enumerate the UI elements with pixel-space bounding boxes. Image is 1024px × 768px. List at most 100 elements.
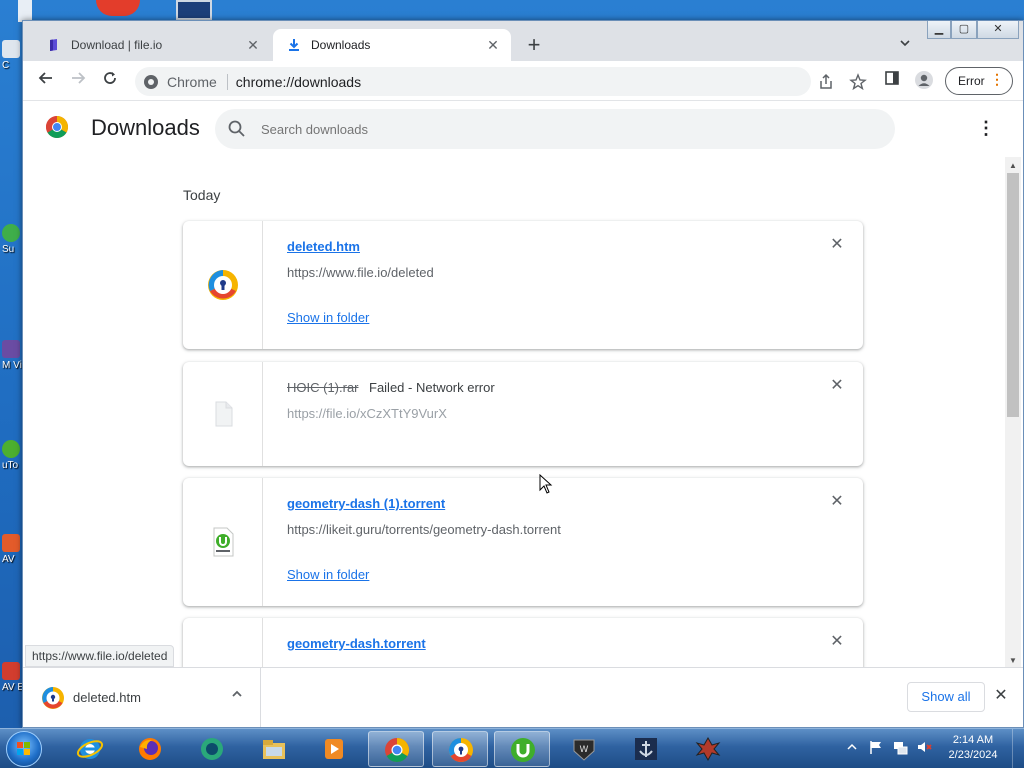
network-icon[interactable]: [892, 739, 908, 755]
taskbar-media-app[interactable]: [184, 731, 240, 767]
desktop-icon-label: AV E: [2, 682, 24, 693]
download-filename-link[interactable]: deleted.htm: [287, 239, 360, 254]
system-clock[interactable]: 2:14 AM 2/23/2024: [940, 733, 1006, 763]
firefox-icon: [139, 738, 161, 760]
taskbar-firefox[interactable]: [122, 731, 178, 767]
shelf-file-name: deleted.htm: [73, 690, 141, 705]
desktop-icon-top-3[interactable]: [176, 0, 212, 20]
forward-button[interactable]: [67, 70, 89, 92]
app-icon: [2, 224, 20, 242]
page-scrollbar[interactable]: ▲ ▼: [1005, 157, 1021, 667]
remove-item-icon[interactable]: ✕: [829, 634, 845, 650]
share-icon[interactable]: [817, 73, 835, 91]
desktop-icon-6[interactable]: AV E: [2, 662, 24, 708]
tab-search-chevron-icon[interactable]: [895, 35, 915, 55]
desktop-icon-3[interactable]: M Vis: [2, 340, 24, 386]
back-button[interactable]: [35, 70, 57, 92]
taskbar-file-io-app[interactable]: [432, 731, 488, 767]
taskbar-utorrent[interactable]: [494, 731, 550, 767]
taskbar-world-of-tanks[interactable]: W: [556, 731, 612, 767]
download-shelf: deleted.htm Show all ✕: [23, 667, 1023, 727]
reload-button[interactable]: [99, 70, 121, 92]
show-in-folder-link[interactable]: Show in folder: [287, 567, 369, 582]
show-hidden-icons-icon[interactable]: [844, 739, 860, 755]
download-filename-failed: HOIC (1).rar: [287, 380, 359, 395]
remove-item-icon[interactable]: ✕: [829, 378, 845, 394]
chevron-up-icon[interactable]: [231, 688, 243, 703]
scroll-down-arrow-icon[interactable]: ▼: [1009, 656, 1017, 665]
new-tab-button[interactable]: +: [523, 34, 545, 57]
search-icon: [228, 120, 245, 137]
remove-item-icon[interactable]: ✕: [829, 237, 845, 253]
file-icon-column: [183, 618, 263, 667]
close-shelf-icon[interactable]: ✕: [991, 686, 1011, 706]
error-label: Error: [958, 74, 985, 88]
action-center-flag-icon[interactable]: [868, 739, 884, 755]
minimize-button[interactable]: ▁: [927, 21, 951, 39]
taskbar-media-player[interactable]: [306, 731, 362, 767]
site-info-chip[interactable]: Chrome: [135, 74, 217, 90]
desktop-icon-4[interactable]: uTo: [2, 440, 22, 486]
side-panel-button[interactable]: [881, 70, 903, 92]
taskbar-world-of-warships[interactable]: [618, 731, 674, 767]
chrome-chip-icon: [144, 74, 158, 89]
desktop-icon-label: AV: [2, 554, 15, 565]
status-bubble-url: https://www.file.io/deleted: [25, 645, 175, 667]
taskbar: W 2:14 AM 2/23/2024: [0, 728, 1024, 768]
taskbar-explorer[interactable]: [246, 731, 302, 767]
tab-title: Downloads: [311, 38, 371, 52]
date-section-label: Today: [183, 187, 221, 203]
show-in-folder-link[interactable]: Show in folder: [287, 310, 369, 325]
show-desktop-button[interactable]: [1012, 729, 1024, 768]
tab-downloads[interactable]: Downloads ✕: [273, 29, 511, 61]
download-filename-link[interactable]: geometry-dash (1).torrent: [287, 496, 445, 511]
volume-muted-icon[interactable]: [916, 739, 932, 755]
page-title: Downloads: [91, 115, 200, 140]
start-button[interactable]: [6, 731, 42, 767]
taskbar-internet-explorer[interactable]: [62, 731, 118, 767]
download-shelf-item[interactable]: deleted.htm: [23, 668, 261, 727]
error-menu-button[interactable]: Error ⋮: [945, 67, 1013, 95]
media-app-icon: [201, 738, 223, 760]
show-all-button[interactable]: Show all: [907, 682, 985, 712]
media-player-icon: [325, 739, 343, 759]
tab-file-io[interactable]: Download | file.io ✕: [33, 29, 271, 61]
desktop-icon-1[interactable]: C: [2, 40, 22, 86]
bookmark-star-icon[interactable]: [849, 73, 867, 91]
remove-item-icon[interactable]: ✕: [829, 494, 845, 510]
desktop-icon-5[interactable]: AV: [2, 534, 22, 580]
scrollbar-thumb[interactable]: [1007, 173, 1019, 417]
desktop-icon-top-2[interactable]: [96, 0, 140, 16]
download-favicon-icon: [289, 39, 299, 51]
download-item-failed: HOIC (1).rar Failed - Network error http…: [183, 362, 863, 466]
address-bar[interactable]: Chrome chrome://downloads: [135, 67, 867, 96]
desktop-icon-label: M Vis: [2, 360, 24, 371]
back-arrow-icon: [38, 72, 52, 84]
search-input[interactable]: [261, 121, 821, 137]
url-text: chrome://downloads: [235, 73, 362, 90]
download-source-url[interactable]: https://www.file.io/deleted: [287, 265, 434, 280]
taskbar-chrome[interactable]: [368, 731, 424, 767]
scroll-up-arrow-icon[interactable]: ▲: [1009, 161, 1017, 170]
profile-button[interactable]: [913, 70, 935, 92]
download-source-url[interactable]: https://file.io/xCzXTtY9VurX: [287, 406, 447, 421]
close-tab-icon[interactable]: ✕: [245, 37, 261, 53]
taskbar-game-app[interactable]: [680, 731, 736, 767]
search-downloads-box[interactable]: [215, 109, 895, 149]
close-tab-icon[interactable]: ✕: [485, 37, 501, 53]
desktop-icon-2[interactable]: Su: [2, 224, 22, 270]
downloads-header: Downloads ⋮: [23, 101, 1023, 157]
address-divider: [226, 73, 228, 90]
desktop-icon-top-1[interactable]: [18, 0, 32, 22]
close-window-button[interactable]: ✕: [977, 21, 1019, 39]
system-tray: [844, 739, 932, 755]
reload-icon: [104, 72, 116, 84]
maximize-button[interactable]: ▢: [951, 21, 977, 39]
clock-time: 2:14 AM: [952, 734, 994, 746]
download-source-url[interactable]: https://likeit.guru/torrents/geometry-da…: [287, 522, 561, 537]
download-filename-link[interactable]: geometry-dash.torrent: [287, 636, 426, 651]
mouse-cursor-icon: [539, 474, 553, 494]
avatar-icon: [915, 71, 933, 89]
more-actions-icon[interactable]: ⋮: [977, 117, 995, 141]
crest-icon: [695, 736, 721, 762]
